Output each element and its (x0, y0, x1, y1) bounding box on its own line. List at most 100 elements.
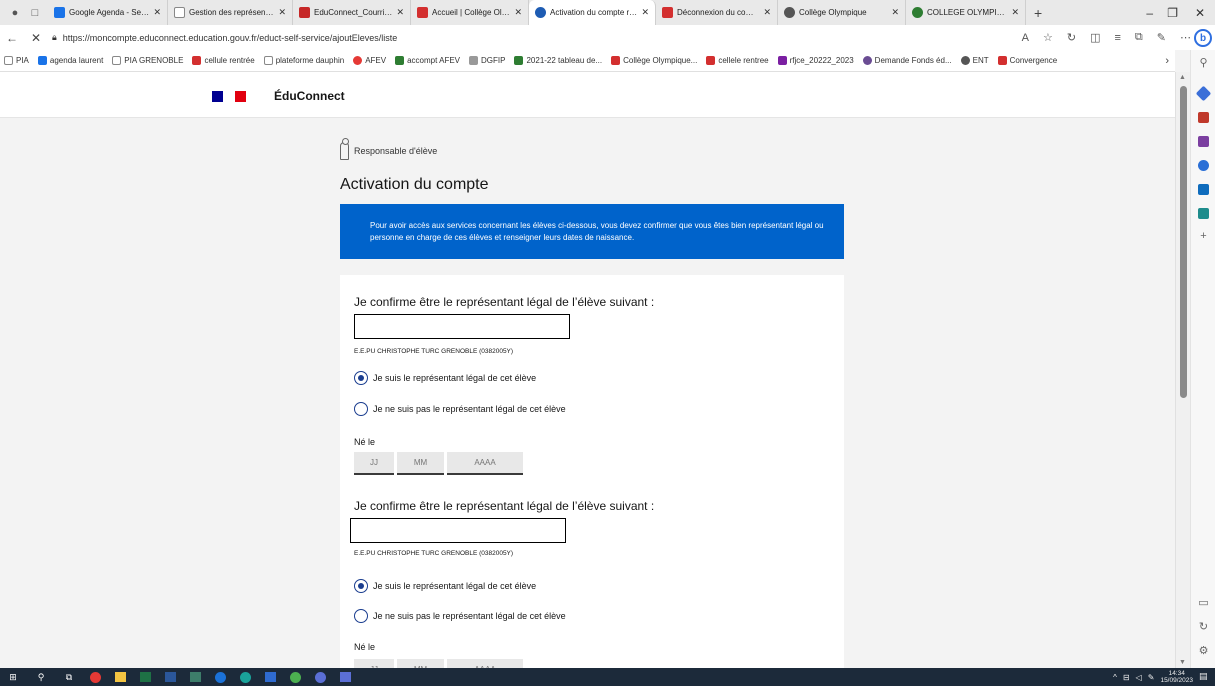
favorite-star-icon[interactable]: ☆ (1043, 31, 1053, 44)
more-bookmarks-icon[interactable]: › (1165, 50, 1169, 71)
birth-month-input[interactable] (397, 659, 444, 668)
url-field[interactable]: 🔒︎ https://moncompte.educonnect.educatio… (52, 32, 397, 43)
bookmark-convergence[interactable]: Convergence (997, 56, 1057, 65)
excel-icon[interactable] (140, 672, 151, 682)
chrome-icon[interactable] (90, 671, 101, 683)
close-tab-icon[interactable]: ✕ (891, 7, 899, 18)
scroll-down-icon[interactable]: ▼ (1179, 659, 1186, 666)
close-tab-icon[interactable]: ✕ (1011, 7, 1019, 18)
bookmark-pia[interactable]: PIA (4, 56, 29, 65)
bookmark-ent[interactable]: ENT (960, 56, 989, 65)
bookmark-dgfip[interactable]: DGFIP (469, 56, 505, 65)
radio-legal-no[interactable]: Je ne suis pas le représentant légal de … (354, 402, 566, 416)
restore-button[interactable]: ❐ (1167, 0, 1178, 25)
edge-icon[interactable] (240, 671, 251, 683)
edt-icon[interactable] (315, 671, 326, 683)
radio-unchecked-icon[interactable] (354, 609, 368, 623)
tab-activation-compte[interactable]: Activation du compte resp ✕ (529, 0, 656, 25)
bookmark-agenda-laurent[interactable]: agenda laurent (37, 56, 103, 65)
radio-legal-no[interactable]: Je ne suis pas le représentant légal de … (354, 609, 566, 623)
tab-actions-icon[interactable]: □ (28, 6, 42, 20)
marianne-flag-logo[interactable] (212, 91, 246, 102)
tab-google-agenda[interactable]: Google Agenda - Semaine ✕ (48, 0, 168, 25)
bookmark-tableau[interactable]: 2021-22 tableau de... (514, 56, 602, 65)
birth-day-input[interactable] (354, 659, 394, 668)
windows-start-icon[interactable]: ⊞ (6, 671, 20, 683)
split-view-icon[interactable]: ▭ (1191, 596, 1215, 609)
close-tab-icon[interactable]: ✕ (641, 7, 649, 18)
radio-unchecked-icon[interactable] (354, 402, 368, 416)
word-icon[interactable] (165, 672, 176, 682)
minimize-button[interactable]: – (1146, 0, 1153, 25)
task-view-icon[interactable]: ⧉ (62, 671, 76, 683)
collections-icon[interactable]: ⧉ (1135, 31, 1143, 44)
birth-year-input[interactable] (447, 452, 523, 475)
outlook-icon[interactable] (1198, 184, 1209, 195)
file-explorer-icon[interactable] (115, 672, 126, 682)
scroll-thumb[interactable] (1180, 86, 1187, 398)
network-icon[interactable]: ⊟ (1123, 673, 1130, 682)
radio-checked-icon[interactable] (354, 579, 368, 593)
tab-accueil-college[interactable]: Accueil | Collège Olympique ✕ (411, 0, 529, 25)
clock[interactable]: 14:34 15/09/2023 (1160, 670, 1193, 684)
back-button[interactable]: ← (0, 31, 24, 45)
pen-icon[interactable]: ✎ (1148, 673, 1155, 682)
tools-icon[interactable] (1198, 136, 1209, 147)
close-tab-icon[interactable]: ✕ (278, 7, 286, 18)
split-screen-icon[interactable]: ◫ (1090, 31, 1100, 44)
shopping-icon[interactable] (1198, 112, 1209, 123)
tab-gestion-representants[interactable]: Gestion des représentants ✕ (168, 0, 293, 25)
bookmark-afev[interactable]: AFEV (353, 56, 386, 65)
search-icon[interactable]: ⚲ (1191, 56, 1215, 69)
tab-college-olympique[interactable]: Collège Olympique ✕ (778, 0, 906, 25)
discover-icon[interactable] (1195, 85, 1212, 102)
bookmark-rfjce[interactable]: rfjce_20222_2023 (777, 56, 854, 65)
brand-name[interactable]: ÉduConnect (274, 89, 345, 103)
tab-college-olympique-pl[interactable]: COLLEGE OLYMPIQUE - Pl ✕ (906, 0, 1026, 25)
extensions-icon[interactable]: ✎ (1157, 31, 1166, 44)
radio-legal-yes[interactable]: Je suis le représentant légal de cet élè… (354, 371, 536, 385)
show-hidden-icon[interactable]: ^ (1113, 673, 1117, 682)
stop-button[interactable]: ✕ (24, 31, 48, 45)
birth-year-input[interactable] (447, 659, 523, 668)
tab-deconnexion[interactable]: Déconnexion du compte ✕ (656, 0, 778, 25)
app-icon[interactable] (190, 672, 201, 682)
edt-app-icon[interactable] (340, 672, 351, 682)
radio-checked-icon[interactable] (354, 371, 368, 385)
birth-day-input[interactable] (354, 452, 394, 475)
bookmark-cellule-rentree[interactable]: cellule rentrée (192, 56, 255, 65)
teams-icon[interactable] (290, 671, 301, 683)
scroll-up-icon[interactable]: ▲ (1179, 74, 1186, 81)
copilot-icon[interactable]: b (1194, 29, 1212, 47)
bookmark-plateforme-dauphin[interactable]: plateforme dauphin (263, 56, 344, 65)
bookmark-college-olympique[interactable]: Collège Olympique... (611, 56, 697, 65)
drop-icon[interactable] (1198, 208, 1209, 219)
refresh-icon[interactable]: ↻ (1067, 31, 1076, 44)
birth-month-input[interactable] (397, 452, 444, 475)
read-aloud-icon[interactable]: A (1022, 32, 1029, 44)
games-icon[interactable] (1198, 160, 1209, 171)
bookmark-accompt-afev[interactable]: accompt AFEV (395, 56, 460, 65)
ccleaner-icon[interactable] (265, 672, 276, 682)
new-tab-button[interactable]: + (1026, 5, 1050, 21)
close-tab-icon[interactable]: ✕ (763, 7, 771, 18)
bookmark-pia-grenoble[interactable]: PIA GRENOBLE (112, 56, 183, 65)
add-sidebar-icon[interactable]: + (1191, 230, 1215, 242)
refresh-sidebar-icon[interactable]: ↻ (1191, 620, 1215, 633)
page-scrollbar[interactable]: ▲ ▼ (1175, 72, 1190, 668)
profile-icon[interactable]: ● (8, 6, 22, 20)
bookmark-cellele-rentree[interactable]: cellele rentree (706, 56, 769, 65)
search-icon[interactable]: ⚲ (34, 671, 48, 683)
more-menu-icon[interactable]: ⋯ (1180, 31, 1191, 44)
bookmark-demande-fonds[interactable]: Demande Fonds éd... (862, 56, 952, 65)
edge-blue-icon[interactable] (215, 671, 226, 683)
close-tab-icon[interactable]: ✕ (153, 7, 161, 18)
favorites-icon[interactable]: ≡ (1115, 32, 1121, 44)
radio-legal-yes[interactable]: Je suis le représentant légal de cet élè… (354, 579, 536, 593)
close-window-button[interactable]: ✕ (1195, 0, 1205, 25)
close-tab-icon[interactable]: ✕ (396, 7, 404, 18)
settings-icon[interactable]: ⚙ (1191, 644, 1215, 657)
tab-educonnect-courrier[interactable]: EduConnect_CourrierResp ✕ (293, 0, 411, 25)
notifications-icon[interactable]: ▤ (1199, 671, 1210, 682)
volume-icon[interactable]: ◁ (1136, 673, 1142, 682)
